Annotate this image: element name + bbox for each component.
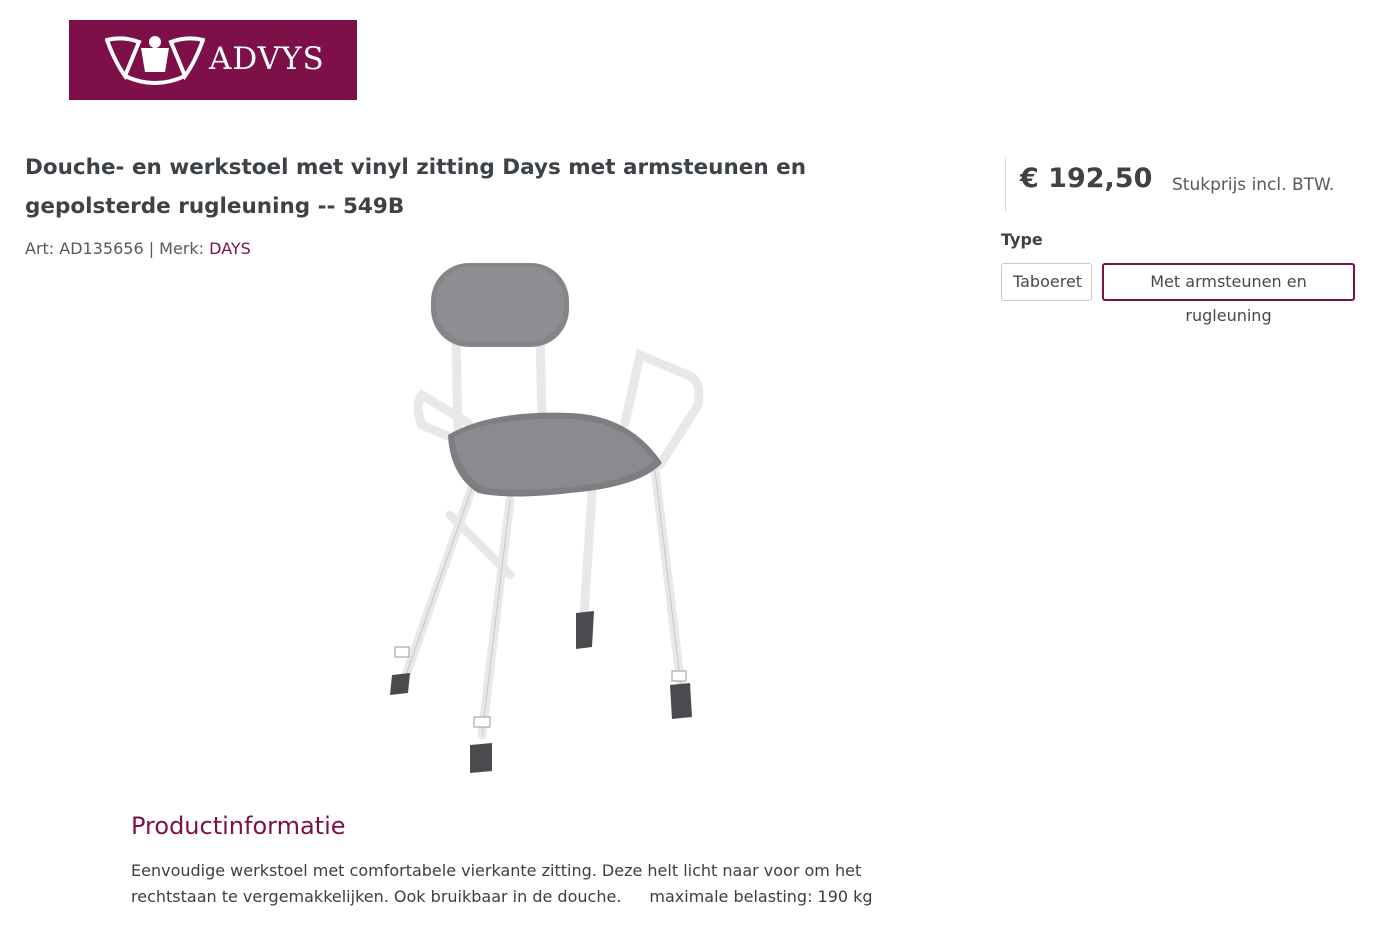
product-info-heading: Productinformatie [131,812,346,840]
product-info-text: Eenvoudige werkstoel met comfortabele vi… [131,858,931,910]
brand-link[interactable]: DAYS [209,239,251,258]
type-option-taboeret[interactable]: Taboeret [1001,263,1092,301]
unit-price-note: Stukprijs incl. BTW. [1172,175,1335,195]
max-load: maximale belasting: 190 kg [649,887,873,906]
advys-logo[interactable]: ADVYS [69,20,357,100]
product-meta: Art: AD135656 | Merk: DAYS [25,239,251,258]
logo-mark-icon [105,36,205,85]
product-title: Douche- en werkstoel met vinyl zitting D… [25,155,807,219]
article-label: Art: AD135656 | Merk: [25,239,210,258]
logo-text: ADVYS [209,41,325,77]
price-divider [1005,158,1020,212]
type-label: Type [1001,230,1043,249]
product-page: ADVYS Douche- en werkstoel met vinyl zit… [0,0,1378,936]
type-option-armsteunen-selected[interactable]: Met armsteunen en rugleuning [1102,263,1355,325]
product-image[interactable] [370,255,730,785]
price: € 192,50 [1020,163,1153,194]
